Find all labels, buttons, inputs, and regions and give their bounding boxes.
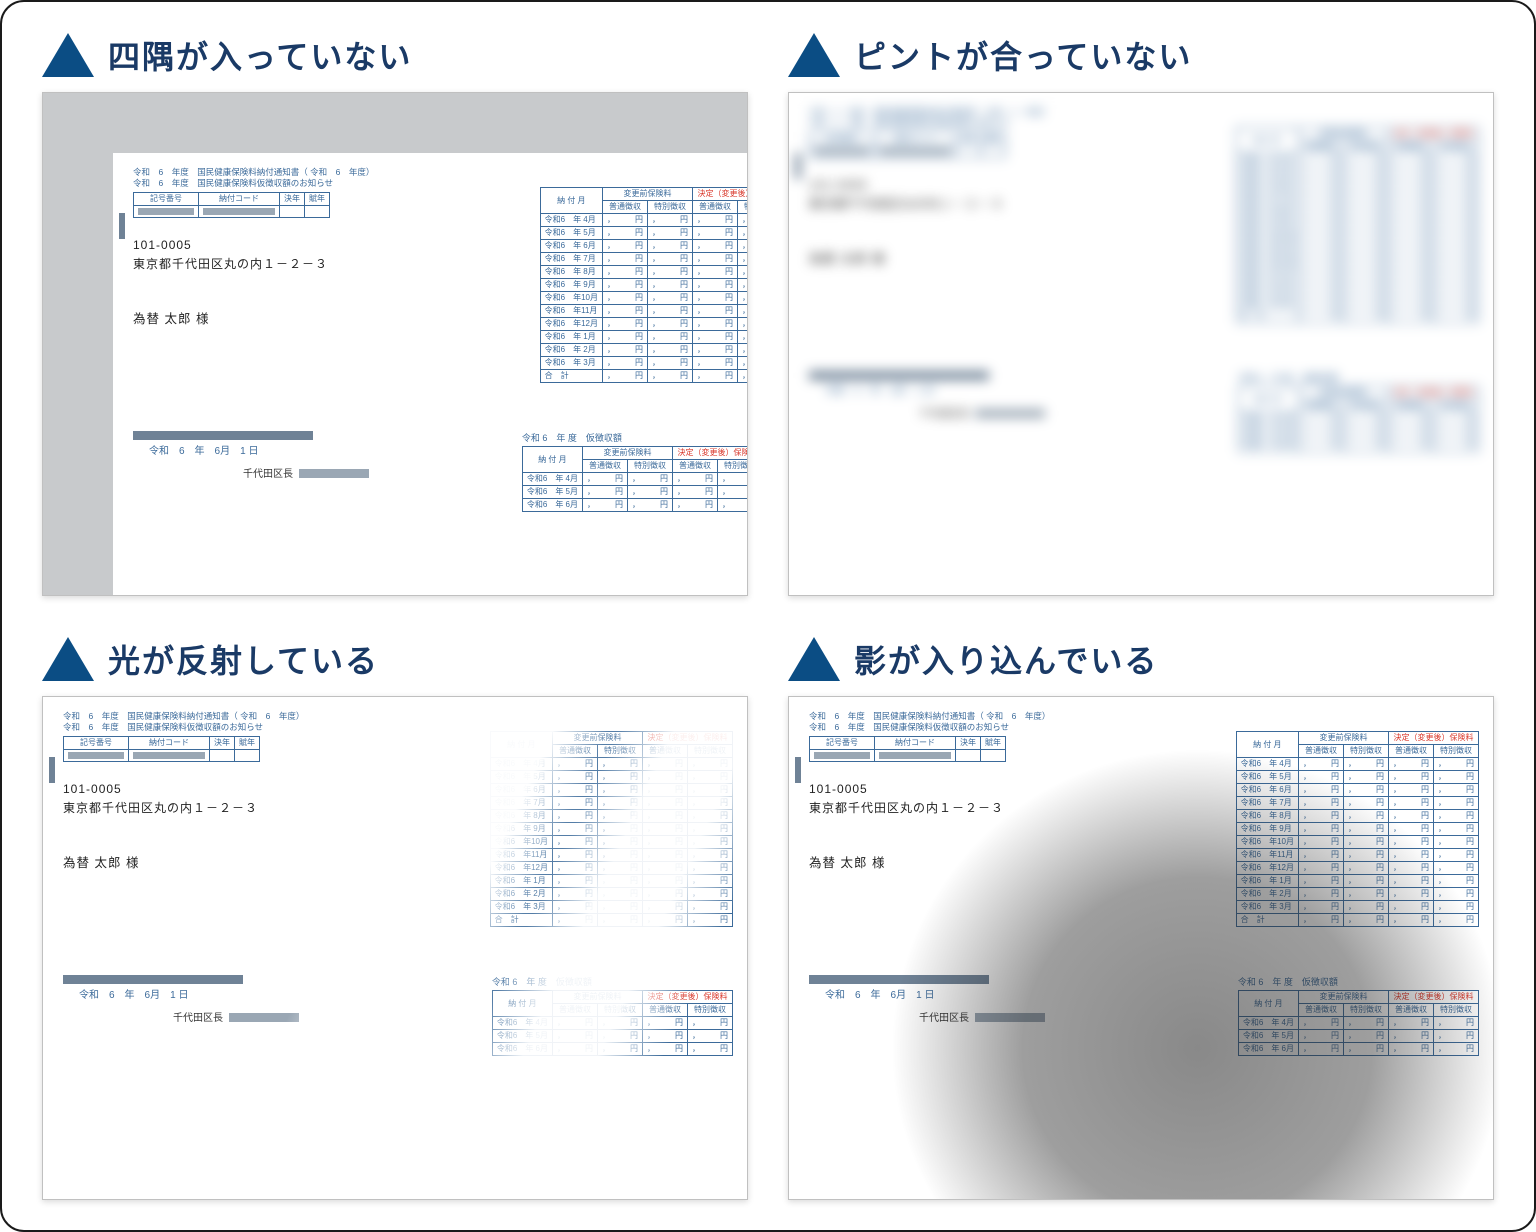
sample-document: 令和 6 年度 国民健康保険料納付通知書（ 令和 6 年度）令和 6 年度 国民…: [43, 697, 747, 1199]
panel-corners: 四隅が入っていない 令和 6 年度 国民健康保険料納付通知書（ 令和 6 年度）…: [42, 32, 748, 596]
sample-document: 令和 6 年度 国民健康保険料納付通知書（ 令和 6 年度）令和 6 年度 国民…: [789, 93, 1493, 595]
panel-glare: 光が反射している 令和 6 年度 国民健康保険料納付通知書（ 令和 6 年度）令…: [42, 636, 748, 1200]
warning-triangle-icon: [42, 637, 94, 681]
warning-triangle-icon: [788, 33, 840, 77]
warning-triangle-icon: [42, 33, 94, 77]
panel-heading: 光が反射している: [108, 636, 379, 682]
thumbnail-focus: 令和 6 年度 国民健康保険料納付通知書（ 令和 6 年度）令和 6 年度 国民…: [788, 92, 1494, 596]
panel-heading: ピントが合っていない: [854, 32, 1192, 78]
warning-triangle-icon: [788, 637, 840, 681]
thumbnail-corners: 令和 6 年度 国民健康保険料納付通知書（ 令和 6 年度）令和 6 年度 国民…: [42, 92, 748, 596]
example-grid: 四隅が入っていない 令和 6 年度 国民健康保険料納付通知書（ 令和 6 年度）…: [0, 0, 1536, 1232]
sample-document: 令和 6 年度 国民健康保険料納付通知書（ 令和 6 年度）令和 6 年度 国民…: [113, 153, 748, 596]
sample-document: 令和 6 年度 国民健康保険料納付通知書（ 令和 6 年度）令和 6 年度 国民…: [789, 697, 1493, 1199]
thumbnail-glare: 令和 6 年度 国民健康保険料納付通知書（ 令和 6 年度）令和 6 年度 国民…: [42, 696, 748, 1200]
thumbnail-shadow: 令和 6 年度 国民健康保険料納付通知書（ 令和 6 年度）令和 6 年度 国民…: [788, 696, 1494, 1200]
panel-heading: 四隅が入っていない: [108, 32, 412, 78]
panel-focus: ピントが合っていない 令和 6 年度 国民健康保険料納付通知書（ 令和 6 年度…: [788, 32, 1494, 596]
panel-shadow: 影が入り込んでいる 令和 6 年度 国民健康保険料納付通知書（ 令和 6 年度）…: [788, 636, 1494, 1200]
panel-heading: 影が入り込んでいる: [854, 636, 1158, 682]
